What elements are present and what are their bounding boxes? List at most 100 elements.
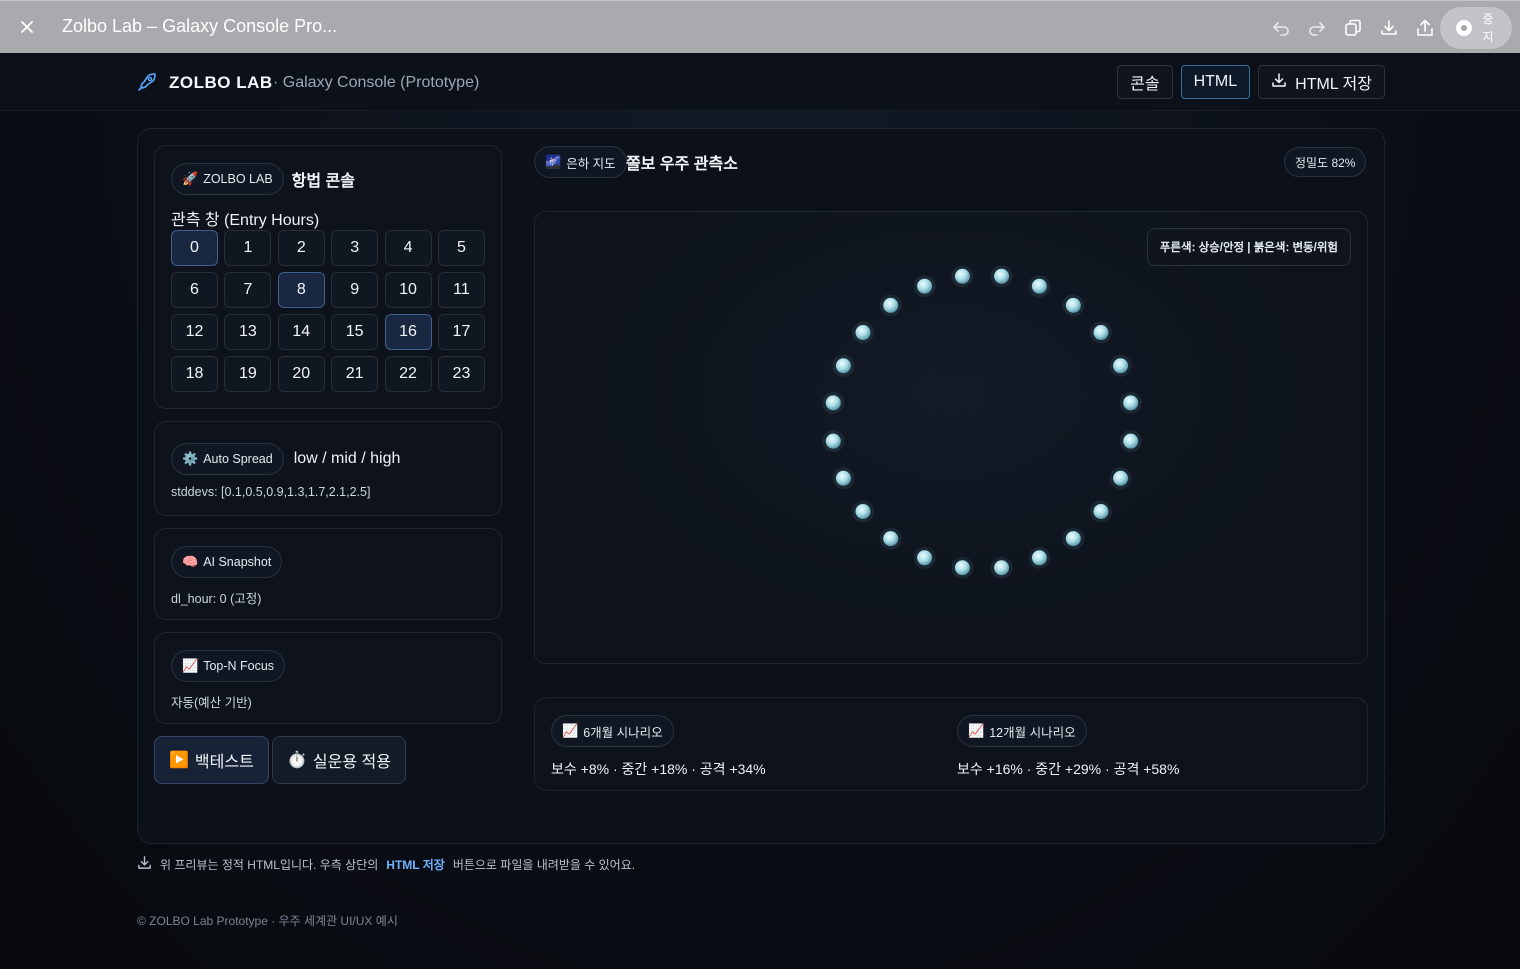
backtest-button[interactable]: ▶️ 백테스트: [154, 736, 269, 784]
download-icon: [1271, 72, 1287, 93]
hour-button-16[interactable]: 16: [384, 314, 432, 350]
hour-grid: 0 1 2 3 4 5 6 7 8 9 10 11 12 13 14 15 16 17 18 19 20 21 22 23: [171, 230, 485, 392]
galaxy-chart: 푸른색: 상승/안정 | 붉은색: 변동/위험: [534, 211, 1368, 664]
hour-button-21[interactable]: 21: [331, 356, 379, 392]
footer-note-before: 위 프리뷰는 정적 HTML입니다. 우측 상단의: [160, 857, 379, 872]
console-button[interactable]: 콘솔: [1117, 65, 1173, 99]
galaxy-plot: [822, 265, 1142, 579]
hour-button-4[interactable]: 4: [384, 230, 432, 266]
ai-snapshot-badge: 🧠 AI Snapshot: [171, 546, 283, 578]
galaxy-map-badge-label: 은하 지도: [566, 156, 616, 171]
star-point-5[interactable]: [1123, 395, 1139, 411]
copy-icon[interactable]: [1342, 17, 1364, 39]
auto-spread-note: stddevs: [0.1,0.5,0.9,1.3,1.7,2.1,2.5]: [171, 485, 371, 499]
hour-button-18[interactable]: 18: [171, 356, 218, 392]
stop-button[interactable]: 중지: [1440, 7, 1512, 49]
stop-label: 중지: [1482, 12, 1494, 44]
header-actions: 콘솔 HTML HTML 저장: [1117, 65, 1385, 99]
hour-button-19[interactable]: 19: [224, 356, 272, 392]
share-icon[interactable]: [1414, 17, 1436, 39]
star-point-18[interactable]: [825, 395, 841, 411]
save-html-button[interactable]: HTML 저장: [1258, 65, 1385, 99]
hour-button-23[interactable]: 23: [437, 356, 485, 392]
save-html-label: HTML 저장: [1295, 76, 1372, 93]
hour-button-10[interactable]: 10: [384, 272, 432, 308]
hour-button-1[interactable]: 1: [224, 230, 272, 266]
footer-note-after: 버튼으로 파일을 내려받을 수 있어요.: [452, 857, 636, 872]
top-n-badge-label: Top-N Focus: [203, 659, 275, 673]
hour-button-15[interactable]: 15: [331, 314, 379, 350]
footer-note: 위 프리뷰는 정적 HTML입니다. 우측 상단의 HTML 저장 버튼으로 파…: [137, 855, 635, 873]
star-point-20[interactable]: [855, 325, 871, 341]
window-title: Zolbo Lab – Galaxy Console Pro...: [62, 16, 338, 36]
auto-spread-value: low / mid / high: [293, 450, 401, 467]
scenario-6m-text: 보수 +8% · 중간 +18% · 공격 +34%: [551, 761, 766, 777]
star-point-14[interactable]: [883, 531, 899, 547]
hour-button-20[interactable]: 20: [277, 356, 325, 392]
hour-button-12[interactable]: 12: [171, 314, 218, 350]
apply-button[interactable]: ⏱️ 실운용 적용: [272, 736, 406, 784]
hour-button-22[interactable]: 22: [384, 356, 432, 392]
hour-button-11[interactable]: 11: [437, 272, 485, 308]
star-point-0[interactable]: [994, 268, 1010, 284]
star-point-17[interactable]: [825, 433, 841, 449]
hour-button-9[interactable]: 9: [331, 272, 379, 308]
star-point-23[interactable]: [954, 268, 970, 284]
hour-button-0[interactable]: 0: [171, 230, 218, 266]
star-point-4[interactable]: [1113, 358, 1129, 374]
scenario-6m: 📈 6개월 시나리오 보수 +8% · 중간 +18% · 공격 +34%: [551, 715, 766, 779]
hour-button-8[interactable]: 8: [277, 272, 325, 308]
star-point-10[interactable]: [1031, 550, 1047, 566]
star-point-22[interactable]: [917, 278, 933, 294]
rocket-icon: [137, 72, 157, 92]
star-point-15[interactable]: [855, 503, 871, 519]
undo-icon[interactable]: [1270, 17, 1292, 39]
hour-button-2[interactable]: 2: [277, 230, 325, 266]
app-header: ZOLBO LAB · Galaxy Console (Prototype) 콘…: [0, 53, 1520, 111]
galaxy-map-badge: 🌌 은하 지도: [534, 146, 627, 178]
star-point-8[interactable]: [1093, 503, 1109, 519]
scenario-12m: 📈 12개월 시나리오 보수 +16% · 중간 +29% · 공격 +58%: [957, 715, 1179, 779]
hour-button-5[interactable]: 5: [437, 230, 485, 266]
star-point-21[interactable]: [883, 297, 899, 313]
trend-up-icon: 📈: [562, 723, 579, 738]
redo-icon[interactable]: [1306, 17, 1328, 39]
star-point-1[interactable]: [1031, 278, 1047, 294]
html-button-label: HTML: [1193, 73, 1238, 90]
scenario-12m-badge-label: 12개월 시나리오: [989, 725, 1076, 740]
star-point-16[interactable]: [835, 470, 851, 486]
close-icon[interactable]: [16, 16, 38, 38]
galaxy-icon: 🌌: [545, 154, 562, 169]
scenario-12m-badge: 📈 12개월 시나리오: [957, 715, 1087, 747]
window-bar: Zolbo Lab – Galaxy Console Pro... 중지: [0, 0, 1520, 53]
download-icon[interactable]: [1378, 17, 1400, 39]
star-point-6[interactable]: [1123, 433, 1139, 449]
auto-spread-panel: ⚙️ Auto Spread low / mid / high stddevs:…: [154, 421, 502, 516]
console-title: 항법 콘솔: [291, 173, 355, 190]
scenario-6m-badge-label: 6개월 시나리오: [583, 725, 663, 740]
hour-button-13[interactable]: 13: [224, 314, 272, 350]
hour-button-7[interactable]: 7: [224, 272, 272, 308]
star-point-7[interactable]: [1113, 470, 1129, 486]
star-point-3[interactable]: [1093, 325, 1109, 341]
hour-button-17[interactable]: 17: [437, 314, 485, 350]
observatory-title: 쫄보 우주 관측소: [626, 156, 738, 173]
hour-button-3[interactable]: 3: [331, 230, 379, 266]
hours-label: 관측 창 (Entry Hours): [171, 212, 320, 229]
star-point-13[interactable]: [917, 550, 933, 566]
star-point-2[interactable]: [1065, 297, 1081, 313]
star-point-11[interactable]: [994, 560, 1010, 576]
scenario-panel: 📈 6개월 시나리오 보수 +8% · 중간 +18% · 공격 +34% 📈 …: [534, 697, 1368, 791]
star-point-12[interactable]: [954, 560, 970, 576]
backtest-label: 백테스트: [194, 754, 254, 771]
ai-snapshot-panel: 🧠 AI Snapshot dl_hour: 0 (고정): [154, 528, 502, 620]
hour-button-14[interactable]: 14: [277, 314, 325, 350]
ai-snapshot-badge-label: AI Snapshot: [203, 555, 272, 569]
auto-spread-badge-label: Auto Spread: [203, 452, 273, 466]
auto-spread-badge: ⚙️ Auto Spread: [171, 443, 284, 475]
footer-save-link[interactable]: HTML 저장: [386, 856, 445, 873]
hour-button-6[interactable]: 6: [171, 272, 218, 308]
star-point-19[interactable]: [835, 358, 851, 374]
star-point-9[interactable]: [1065, 531, 1081, 547]
html-button[interactable]: HTML: [1180, 65, 1251, 99]
